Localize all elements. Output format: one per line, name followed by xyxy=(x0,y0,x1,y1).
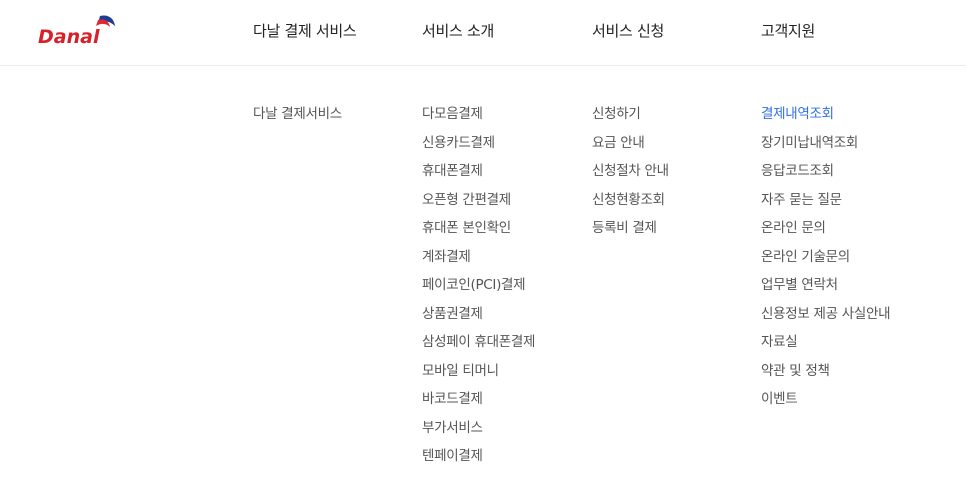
submenu-link[interactable]: 온라인 기술문의 xyxy=(761,249,850,265)
submenu-link[interactable]: 신용정보 제공 사실안내 xyxy=(761,306,890,322)
submenu-link[interactable]: 계좌결제 xyxy=(422,249,471,265)
submenu-item: 바코드결제 xyxy=(422,389,535,418)
submenu-link[interactable]: 자주 묻는 질문 xyxy=(761,192,842,208)
submenu-support: 결제내역조회 장기미납내역조회 응답코드조회 자주 묻는 질문 온라인 문의 온… xyxy=(761,104,890,418)
submenu-link[interactable]: 신청현황조회 xyxy=(592,192,665,208)
submenu-item: 신용카드결제 xyxy=(422,133,535,162)
gnb-danal-payment[interactable]: 다날 결제 서비스 xyxy=(253,20,357,41)
submenu-item: 다모음결제 xyxy=(422,104,535,133)
submenu-service-apply: 신청하기 요금 안내 신청절차 안내 신청현황조회 등록비 결제 xyxy=(592,104,669,247)
submenu-service-intro: 다모음결제 신용카드결제 휴대폰결제 오픈형 간편결제 휴대폰 본인확인 계좌결… xyxy=(422,104,535,475)
submenu-link[interactable]: 휴대폰결제 xyxy=(422,163,483,179)
submenu-item: 요금 안내 xyxy=(592,133,669,162)
submenu-link[interactable]: 다날 결제서비스 xyxy=(253,106,342,122)
logo-text: Danal xyxy=(38,26,100,48)
submenu-danal-payment: 다날 결제서비스 xyxy=(253,104,342,133)
submenu-link[interactable]: 등록비 결제 xyxy=(592,220,657,236)
submenu-link[interactable]: 오픈형 간편결제 xyxy=(422,192,511,208)
submenu-item: 페이코인(PCI)결제 xyxy=(422,275,535,304)
submenu-item: 자료실 xyxy=(761,332,890,361)
submenu-link[interactable]: 상품권결제 xyxy=(422,306,483,322)
submenu-item: 장기미납내역조회 xyxy=(761,133,890,162)
submenu-link[interactable]: 텐페이결제 xyxy=(422,448,483,464)
site-header: Danal 다날 결제 서비스 서비스 소개 서비스 신청 고객지원 xyxy=(0,0,966,66)
submenu-item: 응답코드조회 xyxy=(761,161,890,190)
submenu-link[interactable]: 약관 및 정책 xyxy=(761,363,830,379)
submenu-item: 휴대폰결제 xyxy=(422,161,535,190)
submenu-item: 삼성페이 휴대폰결제 xyxy=(422,332,535,361)
submenu-item: 오픈형 간편결제 xyxy=(422,190,535,219)
gnb-service-apply[interactable]: 서비스 신청 xyxy=(592,20,664,41)
submenu-link[interactable]: 삼성페이 휴대폰결제 xyxy=(422,334,535,350)
submenu-item: 텐페이결제 xyxy=(422,446,535,475)
submenu-item: 부가서비스 xyxy=(422,418,535,447)
danal-logo[interactable]: Danal xyxy=(38,12,118,48)
submenu-link[interactable]: 결제내역조회 xyxy=(761,106,834,122)
submenu-item: 신청하기 xyxy=(592,104,669,133)
submenu-item: 약관 및 정책 xyxy=(761,361,890,390)
submenu-link[interactable]: 신용카드결제 xyxy=(422,135,495,151)
submenu-link[interactable]: 업무별 연락처 xyxy=(761,277,838,293)
submenu-link[interactable]: 페이코인(PCI)결제 xyxy=(422,277,526,293)
submenu-item: 모바일 티머니 xyxy=(422,361,535,390)
submenu-item: 신청절차 안내 xyxy=(592,161,669,190)
submenu-item: 업무별 연락처 xyxy=(761,275,890,304)
submenu-link[interactable]: 바코드결제 xyxy=(422,391,483,407)
submenu-item: 이벤트 xyxy=(761,389,890,418)
submenu-item-active: 결제내역조회 xyxy=(761,104,890,133)
gnb-service-intro[interactable]: 서비스 소개 xyxy=(422,20,494,41)
submenu-link[interactable]: 응답코드조회 xyxy=(761,163,834,179)
submenu-link[interactable]: 이벤트 xyxy=(761,391,798,407)
submenu-item: 다날 결제서비스 xyxy=(253,104,342,133)
submenu-item: 자주 묻는 질문 xyxy=(761,190,890,219)
danal-logo-icon: Danal xyxy=(38,15,115,48)
submenu-link[interactable]: 휴대폰 본인확인 xyxy=(422,220,511,236)
submenu-item: 신청현황조회 xyxy=(592,190,669,219)
submenu-link[interactable]: 요금 안내 xyxy=(592,135,645,151)
submenu-item: 신용정보 제공 사실안내 xyxy=(761,304,890,333)
submenu-item: 휴대폰 본인확인 xyxy=(422,218,535,247)
submenu-link[interactable]: 온라인 문의 xyxy=(761,220,826,236)
submenu-link[interactable]: 부가서비스 xyxy=(422,420,483,436)
submenu-link[interactable]: 모바일 티머니 xyxy=(422,363,499,379)
submenu-item: 계좌결제 xyxy=(422,247,535,276)
submenu-item: 상품권결제 xyxy=(422,304,535,333)
submenu-link[interactable]: 신청절차 안내 xyxy=(592,163,669,179)
submenu-link[interactable]: 다모음결제 xyxy=(422,106,483,122)
submenu-item: 온라인 문의 xyxy=(761,218,890,247)
submenu-link[interactable]: 장기미납내역조회 xyxy=(761,135,858,151)
submenu-link[interactable]: 신청하기 xyxy=(592,106,641,122)
submenu-item: 온라인 기술문의 xyxy=(761,247,890,276)
gnb-support[interactable]: 고객지원 xyxy=(761,20,815,41)
submenu-item: 등록비 결제 xyxy=(592,218,669,247)
submenu-link[interactable]: 자료실 xyxy=(761,334,798,350)
